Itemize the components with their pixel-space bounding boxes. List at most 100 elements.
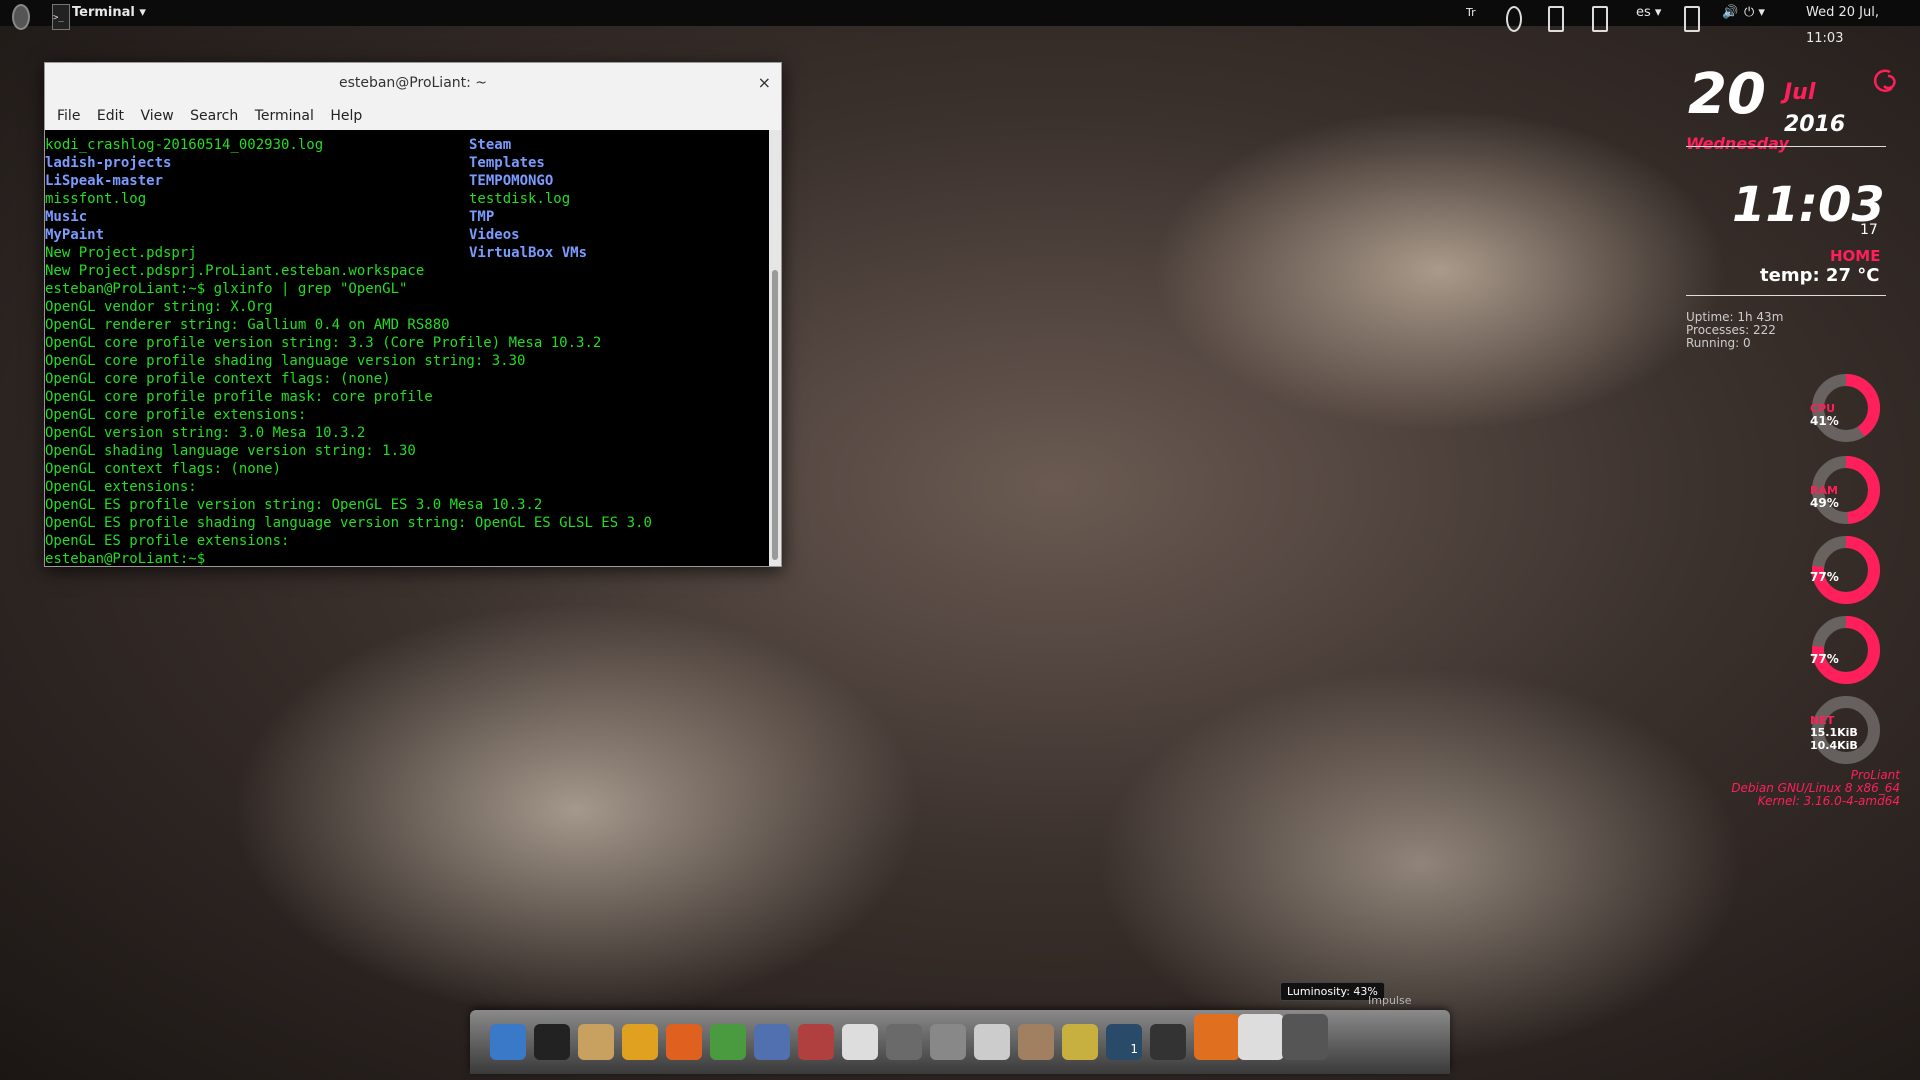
gauge-4-value: 77% [1810, 652, 1839, 666]
menu-view[interactable]: View [134, 103, 179, 130]
ls-entry: Templates [469, 155, 545, 171]
ls-entry: Steam [469, 137, 512, 153]
image-viewer-icon[interactable] [710, 1024, 746, 1060]
close-button[interactable]: × [758, 63, 771, 103]
ls-entry: New Project.pdsprj.ProLiant.esteban.work… [45, 263, 425, 279]
workspace-switcher-icon[interactable]: 1 [1106, 1024, 1142, 1060]
app-menu[interactable]: Terminal ▾ [72, 0, 146, 26]
menu-file[interactable]: File [51, 103, 86, 130]
volume-icon[interactable]: 🔊 [1722, 0, 1738, 26]
terminal-line: esteban@ProLiant:~$ [45, 551, 206, 566]
temperature: temp: 27 °C [1760, 265, 1880, 286]
terminal-line: OpenGL core profile version string: 3.3 … [45, 335, 602, 351]
terminal-app-icon: >_ [52, 4, 70, 30]
processes: Processes: 222 [1686, 323, 1776, 337]
software-center-icon[interactable] [798, 1024, 834, 1060]
terminal-line: OpenGL ES profile extensions: [45, 533, 290, 549]
kernel: Kernel: 3.16.0-4-amd64 [1757, 794, 1900, 808]
audio-player-icon[interactable] [1282, 1014, 1328, 1060]
gauge-arc [1845, 456, 1880, 524]
terminal-icon[interactable] [534, 1024, 570, 1060]
keyboard-layout[interactable]: es ▾ [1636, 0, 1661, 26]
os-name: Debian GNU/Linux 8 x86_64 [1731, 781, 1900, 795]
seconds: 17 [1860, 222, 1878, 238]
conky-widget: 20 Jul 2016 Wednesday 11:03 17 HOME temp… [1680, 62, 1910, 822]
show-desktop-icon[interactable] [1150, 1024, 1186, 1060]
home-label: HOME [1830, 247, 1881, 265]
terminal-line: OpenGL core profile context flags: (none… [45, 371, 391, 387]
terminal-line: OpenGL ES profile shading language versi… [45, 515, 652, 531]
menu-edit[interactable]: Edit [91, 103, 130, 130]
clock[interactable]: Wed 20 Jul, 11:03 [1806, 0, 1920, 46]
document-viewer-icon[interactable] [842, 1024, 878, 1060]
ls-entry: MyPaint [45, 227, 105, 243]
terminal-line: OpenGL shading language version string: … [45, 443, 416, 459]
activities-icon[interactable] [12, 4, 30, 30]
calculator-icon[interactable] [886, 1024, 922, 1060]
titlebar[interactable]: esteban@ProLiant: ~ × [45, 63, 781, 103]
gimp-icon[interactable] [578, 1024, 614, 1060]
power-icon[interactable]: ⏻ ▾ [1744, 0, 1765, 26]
brightness-icon[interactable] [1238, 1014, 1284, 1060]
terminal-line: OpenGL core profile extensions: [45, 407, 307, 423]
terminal-line: OpenGL version string: 3.0 Mesa 10.3.2 [45, 425, 366, 441]
terminal-window: esteban@ProLiant: ~ × File Edit View Sea… [44, 62, 782, 567]
text-editor-icon[interactable] [930, 1024, 966, 1060]
terminal-output[interactable]: kodi_crashlog-20160514_002930.log Steam la… [45, 130, 769, 566]
terminal-line: OpenGL context flags: (none) [45, 461, 282, 477]
date-year: 2016 [1784, 112, 1846, 137]
update-icon[interactable] [1592, 6, 1608, 32]
dock: 1 [470, 1010, 1450, 1074]
ls-entry: missfont.log [45, 191, 147, 207]
terminal-line: ladish-projects Templates [45, 154, 769, 172]
net-up: 10.4KiB [1810, 739, 1858, 752]
terminal-line: OpenGL vendor string: X.Org [45, 299, 273, 315]
terminal-line: OpenGL extensions: [45, 479, 197, 495]
chrome-icon[interactable] [622, 1024, 658, 1060]
impulse-label: Impulse [1368, 994, 1412, 1007]
display-icon[interactable] [1548, 6, 1564, 32]
net-down: 15.1KiB [1810, 726, 1858, 739]
ls-entry: VirtualBox VMs [469, 245, 588, 261]
terminal-line: OpenGL ES profile version string: OpenGL… [45, 497, 543, 513]
running: Running: 0 [1686, 336, 1751, 350]
menu-help[interactable]: Help [324, 103, 368, 130]
accessibility-icon[interactable] [490, 1024, 526, 1060]
scrollbar[interactable] [769, 130, 781, 566]
date-month: Jul [1784, 80, 1816, 105]
terminal-line: missfont.log testdisk.log [45, 190, 769, 208]
terminal-line: OpenGL core profile shading language ver… [45, 353, 526, 369]
ls-entry: testdisk.log [469, 191, 571, 207]
date-day: 20 [1688, 62, 1766, 127]
chat-icon[interactable] [1506, 6, 1522, 32]
menu-terminal[interactable]: Terminal [249, 103, 320, 130]
firefox-icon[interactable] [666, 1024, 702, 1060]
gauge-4 [1812, 616, 1880, 684]
search-icon[interactable] [974, 1024, 1010, 1060]
screen-icon[interactable] [1684, 6, 1700, 32]
uptime: Uptime: 1h 43m [1686, 310, 1784, 324]
terminal-line: Music TMP [45, 208, 769, 226]
file-manager-icon[interactable] [1018, 1024, 1054, 1060]
cpu-value: 41% [1810, 414, 1839, 428]
tray-tr[interactable]: Tr [1466, 0, 1476, 26]
ls-entry: TMP [469, 209, 495, 225]
hostname: ProLiant [1850, 768, 1900, 782]
terminal-line: MyPaint Videos [45, 226, 769, 244]
window-title: esteban@ProLiant: ~ [338, 75, 488, 91]
divider [1686, 146, 1886, 147]
date-weekday: Wednesday [1686, 134, 1789, 153]
divider [1686, 295, 1886, 296]
folder-icon[interactable] [1062, 1024, 1098, 1060]
scrollbar-thumb[interactable] [772, 270, 778, 560]
rss-icon[interactable] [1194, 1014, 1240, 1060]
menu-search[interactable]: Search [184, 103, 244, 130]
terminal-line: esteban@ProLiant:~$ glxinfo | grep "Open… [45, 281, 408, 297]
ls-entry: kodi_crashlog-20160514_002930.log [45, 137, 324, 153]
terminal-line: New Project.pdsprj.ProLiant.esteban.work… [45, 262, 769, 280]
terminal-line: LiSpeak-master TEMPOMONGO [45, 172, 769, 190]
pidgin-icon[interactable] [754, 1024, 790, 1060]
terminal-line: OpenGL core profile profile mask: core p… [45, 389, 433, 405]
ls-entry: Music [45, 209, 88, 225]
ls-entry: TEMPOMONGO [469, 173, 554, 189]
